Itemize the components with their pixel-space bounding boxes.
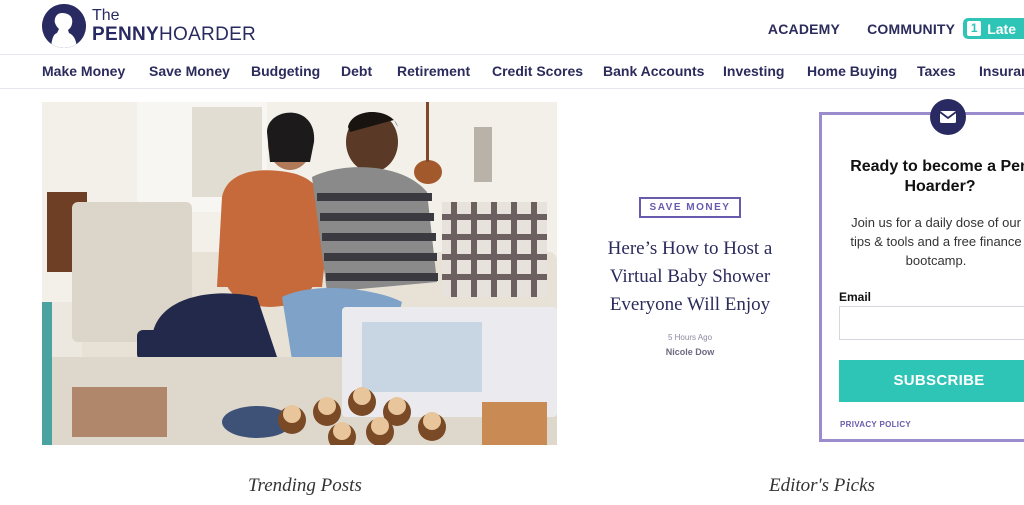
trending-posts-heading: Trending Posts bbox=[248, 475, 362, 496]
signup-title-line: Hoarder? bbox=[904, 178, 976, 195]
email-field[interactable] bbox=[839, 306, 1024, 340]
nav-item-retirement[interactable]: Retirement bbox=[397, 63, 470, 79]
nav-item-make-money[interactable]: Make Money bbox=[42, 63, 125, 79]
latest-label: Late bbox=[987, 20, 1016, 37]
signup-description: Join us for a daily dose of our tips & t… bbox=[836, 213, 1024, 270]
site-header: The PENNYHOARDER ACADEMY COMMUNITY 1 Lat… bbox=[0, 0, 1024, 54]
latest-button[interactable]: 1 Late bbox=[963, 18, 1024, 39]
nav-item-taxes[interactable]: Taxes bbox=[917, 63, 956, 79]
site-logo[interactable]: The PENNYHOARDER bbox=[42, 4, 256, 48]
newsletter-signup: Ready to become a Pen Hoarder? Join us f… bbox=[819, 112, 1024, 442]
nav-item-bank-accounts[interactable]: Bank Accounts bbox=[603, 63, 704, 79]
signup-title: Ready to become a Pen Hoarder? bbox=[830, 157, 1024, 197]
logo-penny: PENNY bbox=[92, 24, 159, 45]
signup-desc-line: bootcamp. bbox=[905, 253, 967, 268]
latest-count-badge: 1 bbox=[966, 20, 983, 37]
email-label: Email bbox=[839, 290, 872, 304]
nav-item-debt[interactable]: Debt bbox=[341, 63, 372, 79]
article-title-line: Here’s How to Host a bbox=[607, 238, 773, 259]
top-links: ACADEMY COMMUNITY 1 Late bbox=[768, 18, 1024, 39]
category-tag[interactable]: SAVE MONEY bbox=[638, 197, 742, 218]
nav-item-home-buying[interactable]: Home Buying bbox=[807, 63, 897, 79]
featured-image[interactable] bbox=[42, 102, 557, 445]
main-nav: Make Money Save Money Budgeting Debt Ret… bbox=[0, 54, 1024, 89]
nav-item-save-money[interactable]: Save Money bbox=[149, 63, 230, 79]
logo-the: The bbox=[92, 7, 120, 24]
logo-wordmark: The PENNYHOARDER bbox=[92, 7, 257, 45]
article-title-line: Virtual Baby Shower bbox=[609, 266, 771, 287]
article-title[interactable]: Here’s How to Host a Virtual Baby Shower… bbox=[578, 235, 802, 319]
article-author[interactable]: Nicole Dow bbox=[578, 347, 802, 357]
academy-link[interactable]: ACADEMY bbox=[768, 21, 840, 37]
nav-item-investing[interactable]: Investing bbox=[723, 63, 784, 79]
envelope-icon bbox=[930, 99, 966, 135]
logo-hoarder: HOARDER bbox=[158, 24, 257, 45]
privacy-policy-link[interactable]: PRIVACY POLICY bbox=[840, 420, 911, 429]
editors-picks-heading: Editor's Picks bbox=[769, 475, 875, 496]
featured-article: SAVE MONEY Here’s How to Host a Virtual … bbox=[578, 197, 802, 357]
article-timestamp: 5 Hours Ago bbox=[667, 333, 713, 342]
nav-item-insurance[interactable]: Insuran bbox=[979, 63, 1024, 79]
nav-item-credit-scores[interactable]: Credit Scores bbox=[492, 63, 583, 79]
subscribe-button[interactable]: SUBSCRIBE bbox=[839, 360, 1024, 402]
logo-silhouette-icon bbox=[42, 4, 86, 48]
signup-desc-line: tips & tools and a free finance bbox=[850, 234, 1022, 249]
community-link[interactable]: COMMUNITY bbox=[867, 21, 955, 37]
nav-item-budgeting[interactable]: Budgeting bbox=[251, 63, 320, 79]
signup-desc-line: Join us for a daily dose of our bbox=[851, 215, 1021, 230]
signup-title-line: Ready to become a Pen bbox=[850, 158, 1024, 175]
article-title-line: Everyone Will Enjoy bbox=[609, 294, 771, 315]
